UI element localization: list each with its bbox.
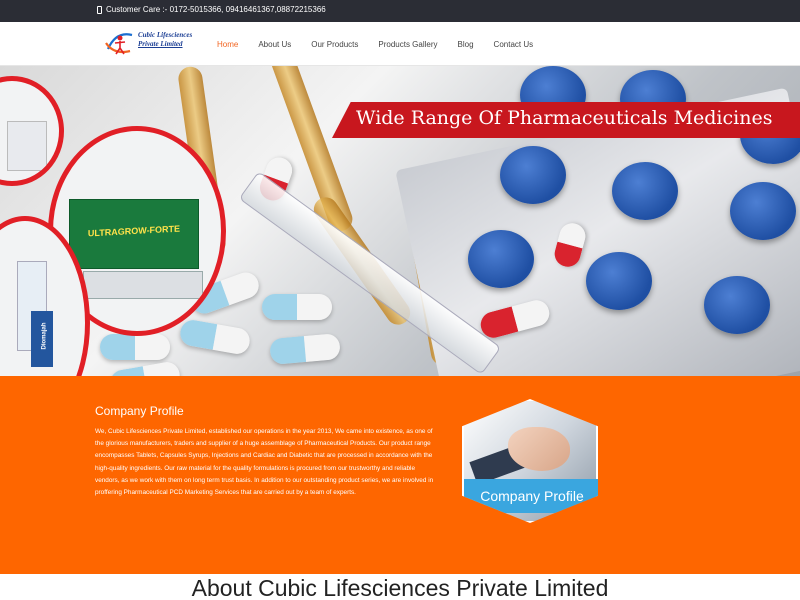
nav-home[interactable]: Home	[210, 40, 245, 49]
hero-banner-text: Wide Range Of Pharmaceuticals Medicines	[356, 107, 773, 129]
capsule-image	[178, 318, 252, 356]
blue-tablet	[612, 162, 678, 220]
capsule-image	[108, 360, 182, 376]
blue-tablet	[586, 252, 652, 310]
capsule-image	[100, 334, 170, 360]
company-profile-image[interactable]: Company Profile	[462, 399, 598, 523]
site-header: Cubic Lifesciences Private Limited Home …	[0, 22, 800, 66]
logo-figure-icon	[105, 33, 133, 55]
logo-line-2: Private Limited	[138, 40, 183, 48]
main-navigation: Home About Us Our Products Products Gall…	[210, 22, 546, 66]
capsule-image	[269, 332, 341, 366]
hero-slider[interactable]: Wide Range Of Pharmaceuticals Medicines …	[0, 66, 800, 376]
customer-care: Customer Care :- 0172-5015366, 094164613…	[97, 5, 326, 14]
logo-line-1: Cubic Lifesciences	[138, 31, 193, 39]
customer-care-text: Customer Care :- 0172-5015366, 094164613…	[106, 5, 326, 14]
product-circle-blister	[0, 76, 64, 186]
blue-tablet	[500, 146, 566, 204]
tube-label: Diomajah	[41, 322, 48, 350]
nav-products-gallery[interactable]: Products Gallery	[371, 40, 444, 49]
blue-tablet	[468, 230, 534, 288]
nav-contact-us[interactable]: Contact Us	[487, 40, 541, 49]
nav-our-products[interactable]: Our Products	[304, 40, 365, 49]
logo-text: Cubic Lifesciences Private Limited	[138, 31, 192, 49]
company-profile-label[interactable]: Company Profile	[464, 479, 598, 513]
top-bar: Customer Care :- 0172-5015366, 094164613…	[0, 0, 800, 22]
nav-about-us[interactable]: About Us	[251, 40, 298, 49]
phone-icon	[97, 5, 102, 14]
profile-title: Company Profile	[95, 404, 184, 418]
blister-strip-image	[83, 271, 203, 299]
about-section: About Cubic Lifesciences Private Limited	[0, 574, 800, 600]
about-heading: About Cubic Lifesciences Private Limited	[191, 575, 609, 600]
company-profile-section: Company Profile We, Cubic Lifesciences P…	[0, 376, 800, 574]
company-logo[interactable]: Cubic Lifesciences Private Limited	[104, 29, 194, 59]
nav-blog[interactable]: Blog	[451, 40, 481, 49]
blue-tablet	[704, 276, 770, 334]
product-box-image: ULTRAGROW-FORTE	[69, 199, 199, 269]
blue-tablet	[730, 182, 796, 240]
product-box-title: ULTRAGROW-FORTE	[87, 223, 181, 239]
profile-text: We, Cubic Lifesciences Private Limited, …	[95, 428, 434, 497]
capsule-image	[262, 294, 332, 320]
tube-box-image: Diomajah	[31, 311, 53, 367]
